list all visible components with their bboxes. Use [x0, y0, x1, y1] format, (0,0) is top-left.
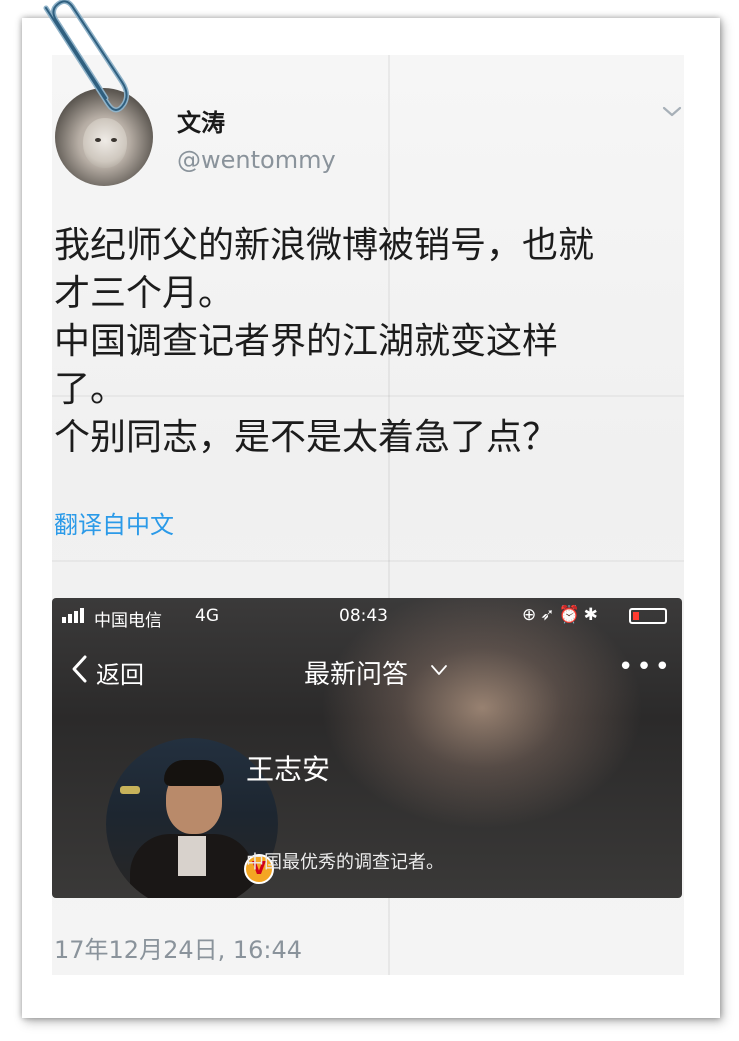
avatar-eye	[111, 138, 117, 142]
avatar-face	[83, 118, 127, 168]
profile-name[interactable]: 王志安	[246, 748, 330, 788]
status-icons: ⊕➶⏰✱	[522, 605, 602, 625]
chevron-down-icon[interactable]	[661, 100, 683, 122]
profile-description: 中国最优秀的调查记者。	[246, 852, 444, 873]
tweet-text-line: 个别同志，是不是太着急了点？	[54, 417, 559, 458]
paper-fold-line	[52, 560, 684, 562]
location-icon: ➶	[540, 605, 559, 625]
user-handle[interactable]: @wentommy	[177, 146, 336, 174]
embedded-screenshot[interactable]: 中国电信 4G 08:43 ⊕➶⏰✱ 返回 最新问答 ••• V 王志安 中国最…	[52, 598, 682, 898]
carrier-label: 中国电信	[94, 611, 162, 631]
tweet-text-line: 了。	[54, 369, 127, 410]
more-button[interactable]: •••	[618, 652, 673, 682]
translate-link[interactable]: 翻译自中文	[54, 505, 174, 540]
tweet-timestamp[interactable]: 17年12月24日, 16:44	[54, 930, 302, 965]
status-time: 08:43	[339, 606, 388, 626]
avatar-eye	[95, 138, 101, 142]
back-chevron-icon[interactable]	[70, 654, 88, 684]
alarm-icon: ⏰	[558, 605, 584, 625]
nav-bar: 返回 最新问答 •••	[52, 642, 682, 698]
nav-title[interactable]: 最新问答	[304, 654, 408, 691]
network-type: 4G	[195, 606, 219, 626]
tweet-text-line: 中国调查记者界的江湖就变这样	[54, 321, 559, 362]
paperclip-icon	[43, 0, 130, 113]
tweet-text: 我纪师父的新浪微博被销号，也就 才三个月。 中国调查记者界的江湖就变这样 了。 …	[54, 222, 674, 462]
battery-icon	[629, 608, 667, 624]
tweet-text-line: 才三个月。	[54, 273, 235, 314]
status-bar: 中国电信 4G 08:43 ⊕➶⏰✱	[52, 598, 682, 634]
tweet-text-line: 我纪师父的新浪微博被销号，也就	[54, 225, 595, 266]
signal-strength-icon	[62, 608, 84, 623]
display-name[interactable]: 文涛	[177, 103, 225, 138]
back-button[interactable]: 返回	[96, 655, 144, 690]
bluetooth-icon: ✱	[583, 605, 602, 625]
caret-down-icon[interactable]	[430, 664, 448, 676]
rotation-lock-icon: ⊕	[522, 605, 541, 625]
